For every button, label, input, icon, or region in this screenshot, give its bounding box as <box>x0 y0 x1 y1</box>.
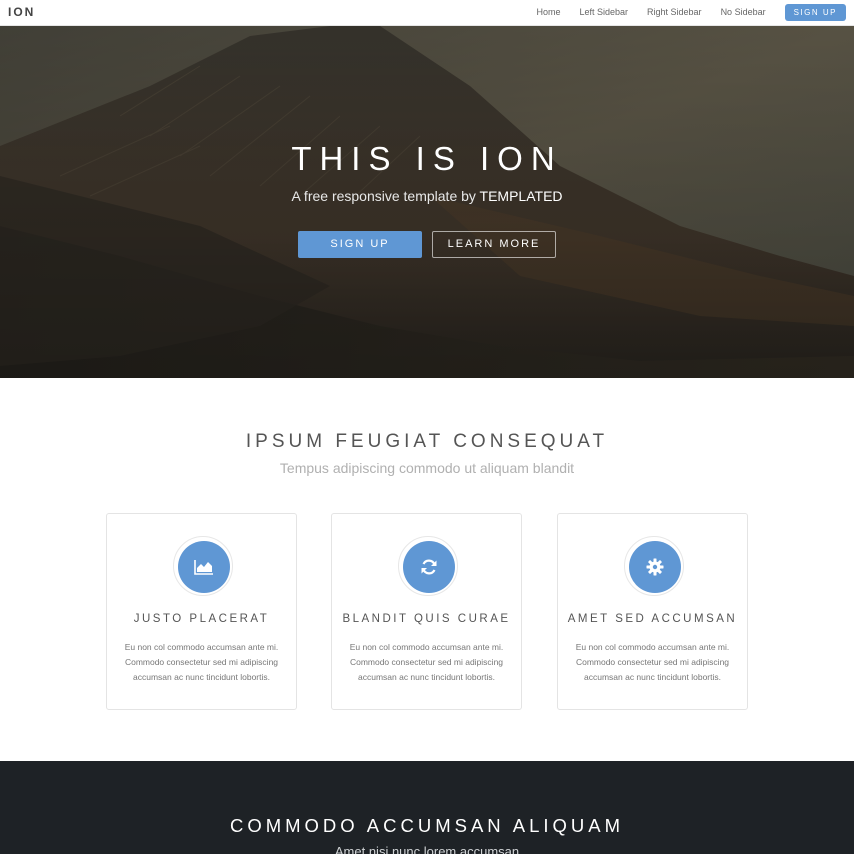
feature-card: AMET SED ACCUMSAN Eu non col commodo acc… <box>557 513 748 710</box>
area-chart-icon <box>178 541 230 593</box>
refresh-icon <box>403 541 455 593</box>
hero-subtitle-brand: TEMPLATED <box>479 188 563 204</box>
feature-card-text: Eu non col commodo accumsan ante mi. Com… <box>124 642 279 682</box>
hero-sign-up-button[interactable]: SIGN UP <box>298 231 422 258</box>
feature-card-title: BLANDIT QUIS CURAE <box>342 613 511 625</box>
feature-icon-ring <box>398 536 458 596</box>
site-header: ION Home Left Sidebar Right Sidebar No S… <box>0 0 854 26</box>
hero-subtitle: A free responsive template by TEMPLATED <box>0 188 854 204</box>
nav-home-link[interactable]: Home <box>536 4 560 21</box>
hero-banner: THIS IS ION A free responsive template b… <box>0 26 854 378</box>
feature-card-title: JUSTO PLACERAT <box>133 613 270 625</box>
feature-card-title: AMET SED ACCUMSAN <box>567 613 738 625</box>
feature-icon-ring <box>173 536 233 596</box>
dark-section-subtitle: Amet nisi nunc lorem accumsan <box>334 844 520 854</box>
header-sign-up-button[interactable]: SIGN UP <box>784 4 846 21</box>
dark-section-title: COMMODO ACCUMSAN ALIQUAM <box>229 815 625 836</box>
main-nav: Home Left Sidebar Right Sidebar No Sideb… <box>536 4 846 21</box>
site-logo[interactable]: ION <box>8 5 35 19</box>
nav-no-sidebar-link[interactable]: No Sidebar <box>721 4 766 21</box>
feature-card: BLANDIT QUIS CURAE Eu non col commodo ac… <box>331 513 522 710</box>
hero-learn-more-button[interactable]: LEARN MORE <box>432 231 556 258</box>
hero-title: THIS IS ION <box>291 140 563 177</box>
dark-section: COMMODO ACCUMSAN ALIQUAM Amet nisi nunc … <box>0 761 854 854</box>
feature-icon-ring <box>624 536 684 596</box>
feature-card-text: Eu non col commodo accumsan ante mi. Com… <box>575 642 730 682</box>
feature-card: JUSTO PLACERAT Eu non col commodo accums… <box>106 513 297 710</box>
nav-right-sidebar-link[interactable]: Right Sidebar <box>647 4 702 21</box>
hero-subtitle-text: A free responsive template by <box>291 188 480 204</box>
features-subtitle: Tempus adipiscing commodo ut aliquam bla… <box>279 460 575 476</box>
features-title: IPSUM FEUGIAT CONSEQUAT <box>245 431 609 452</box>
gear-icon <box>629 541 681 593</box>
nav-left-sidebar-link[interactable]: Left Sidebar <box>579 4 628 21</box>
feature-card-text: Eu non col commodo accumsan ante mi. Com… <box>349 642 504 682</box>
